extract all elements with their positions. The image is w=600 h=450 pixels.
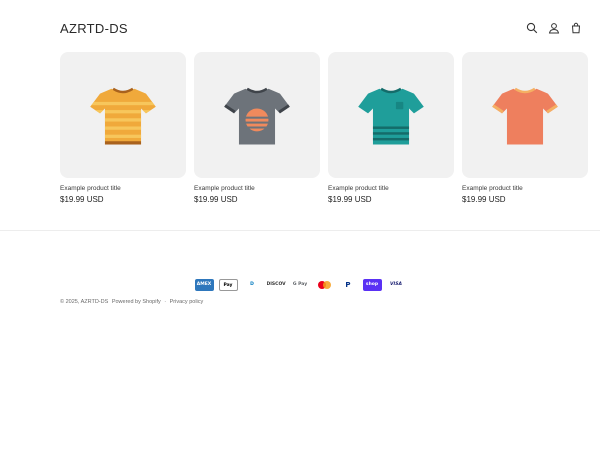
product-price: $19.99 USD <box>194 195 238 204</box>
product-grid: Example product title $19.99 USD Example… <box>60 52 588 204</box>
product-price: $19.99 USD <box>462 195 506 204</box>
visa-icon: VISA <box>386 279 406 291</box>
product-title[interactable]: Example product title <box>60 185 186 192</box>
paypal-icon: P <box>338 279 358 291</box>
product-card[interactable]: Example product title $19.99 USD <box>328 52 454 204</box>
header-icons <box>526 22 582 34</box>
footer-divider <box>0 230 600 231</box>
account-icon[interactable] <box>548 22 560 34</box>
powered-by-link[interactable]: Powered by Shopify <box>112 299 161 305</box>
product-image[interactable] <box>328 52 454 178</box>
mastercard-icon <box>314 279 334 291</box>
product-image[interactable] <box>462 52 588 178</box>
store-logo[interactable]: AZRTD-DS <box>60 21 128 36</box>
discover-icon: DISCOVER <box>266 279 286 291</box>
gray-sunset-tshirt-image <box>224 87 290 145</box>
footer-copyright: © 2025, AZRTD-DS Powered by Shopify · Pr… <box>60 299 205 305</box>
diners-club-icon: D <box>242 279 262 291</box>
product-card[interactable]: Example product title $19.99 USD <box>60 52 186 204</box>
payment-icons: AMEX Pay D DISCOVER G Pay P shop VISA <box>0 279 600 291</box>
footer-separator: · <box>164 299 167 305</box>
product-price: $19.99 USD <box>60 195 104 204</box>
product-title[interactable]: Example product title <box>462 185 588 192</box>
search-icon[interactable] <box>526 22 538 34</box>
coral-tshirt-image <box>492 87 558 145</box>
product-price: $19.99 USD <box>328 195 372 204</box>
product-card[interactable]: Example product title $19.99 USD <box>462 52 588 204</box>
amex-icon: AMEX <box>194 279 214 291</box>
product-title[interactable]: Example product title <box>328 185 454 192</box>
privacy-policy-link[interactable]: Privacy policy <box>170 299 204 305</box>
product-image[interactable] <box>194 52 320 178</box>
product-card[interactable]: Example product title $19.99 USD <box>194 52 320 204</box>
product-image[interactable] <box>60 52 186 178</box>
shop-pay-icon: shop <box>362 279 382 291</box>
site-header: AZRTD-DS <box>60 16 582 40</box>
yellow-striped-tshirt-image <box>90 87 156 145</box>
apple-pay-icon: Pay <box>218 279 238 291</box>
cart-icon[interactable] <box>570 22 582 34</box>
google-pay-icon: G Pay <box>290 279 310 291</box>
product-title[interactable]: Example product title <box>194 185 320 192</box>
teal-striped-tshirt-image <box>358 87 424 145</box>
copyright-text[interactable]: © 2025, AZRTD-DS <box>60 299 108 305</box>
